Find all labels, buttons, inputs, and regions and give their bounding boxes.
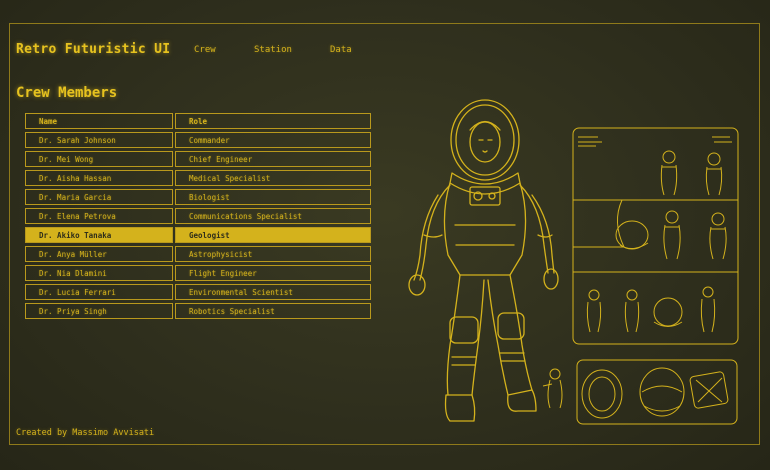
crew-name-cell[interactable]: Dr. Nia Dlamini [25, 265, 173, 281]
crew-role-cell[interactable]: Environmental Scientist [175, 284, 371, 300]
crew-name-cell[interactable]: Dr. Elena Petrova [25, 208, 173, 224]
crew-role-cell[interactable]: Communications Specialist [175, 208, 371, 224]
footer-credit: Created by Massimo Avvisati [16, 428, 155, 438]
app-title: Retro Futuristic UI [16, 42, 171, 57]
crew-section-title: Crew Members [16, 85, 118, 101]
crew-name-cell[interactable]: Dr. Anya Müller [25, 246, 173, 262]
spacesuit-sheet-icon [572, 127, 740, 347]
crew-role-cell[interactable]: Astrophysicist [175, 246, 371, 262]
crew-name-cell[interactable]: Dr. Aisha Hassan [25, 170, 173, 186]
helmet-gear-icon [540, 356, 740, 428]
table-row[interactable]: Dr. Elena Petrova Communications Speciali… [25, 208, 371, 224]
table-header-row: Name Role [25, 113, 371, 129]
crew-name-cell[interactable]: Dr. Sarah Johnson [25, 132, 173, 148]
table-row-selected[interactable]: Dr. Akiko Tanaka Geologist [25, 227, 371, 243]
table-row[interactable]: Dr. Mei Wong Chief Engineer [25, 151, 371, 167]
crew-role-cell[interactable]: Robotics Specialist [175, 303, 371, 319]
nav-item-station[interactable]: Station [254, 45, 292, 55]
crew-role-cell[interactable]: Flight Engineer [175, 265, 371, 281]
table-row[interactable]: Dr. Priya Singh Robotics Specialist [25, 303, 371, 319]
table-row[interactable]: Dr. Anya Müller Astrophysicist [25, 246, 371, 262]
crew-name-cell[interactable]: Dr. Maria Garcia [25, 189, 173, 205]
column-header-name[interactable]: Name [25, 113, 173, 129]
crew-role-cell[interactable]: Medical Specialist [175, 170, 371, 186]
crew-name-cell[interactable]: Dr. Mei Wong [25, 151, 173, 167]
crew-role-cell[interactable]: Biologist [175, 189, 371, 205]
column-header-role[interactable]: Role [175, 113, 371, 129]
table-row[interactable]: Dr. Aisha Hassan Medical Specialist [25, 170, 371, 186]
crew-name-cell[interactable]: Dr. Lucia Ferrari [25, 284, 173, 300]
table-row[interactable]: Dr. Nia Dlamini Flight Engineer [25, 265, 371, 281]
crew-name-cell[interactable]: Dr. Priya Singh [25, 303, 173, 319]
table-row[interactable]: Dr. Lucia Ferrari Environmental Scientist [25, 284, 371, 300]
crew-role-cell[interactable]: Commander [175, 132, 371, 148]
crew-role-cell[interactable]: Chief Engineer [175, 151, 371, 167]
table-row[interactable]: Dr. Sarah Johnson Commander [25, 132, 371, 148]
nav-item-data[interactable]: Data [330, 45, 352, 55]
crew-role-cell[interactable]: Geologist [175, 227, 371, 243]
nav-item-crew[interactable]: Crew [194, 45, 216, 55]
crew-table: Name Role Dr. Sarah Johnson Commander Dr.… [23, 110, 373, 322]
crew-name-cell[interactable]: Dr. Akiko Tanaka [25, 227, 173, 243]
table-row[interactable]: Dr. Maria Garcia Biologist [25, 189, 371, 205]
